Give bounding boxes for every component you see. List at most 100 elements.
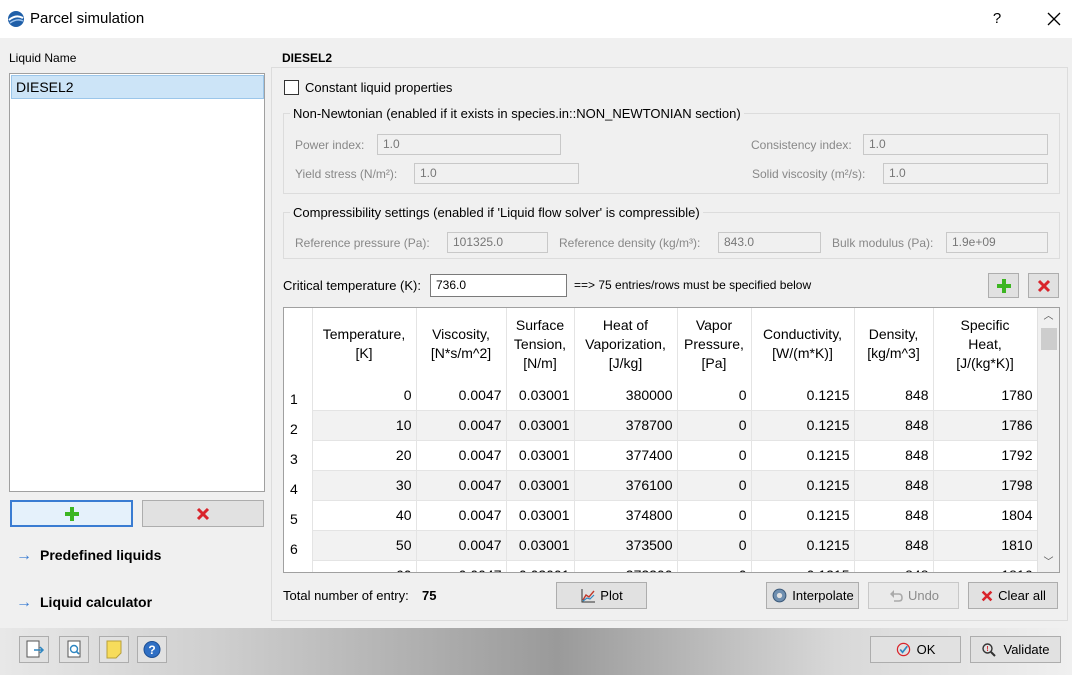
table-cell[interactable]: 0: [677, 560, 752, 572]
scroll-down-icon[interactable]: ﹀: [1038, 554, 1059, 572]
table-cell[interactable]: 848: [854, 470, 934, 501]
column-header[interactable]: Density, [kg/m^3]: [854, 308, 934, 380]
properties-table[interactable]: Temperature, [K] Viscosity, [N*s/m^2] Su…: [283, 307, 1060, 573]
help-info-button[interactable]: ?: [137, 636, 167, 663]
table-cell[interactable]: 0.1215: [751, 470, 855, 501]
clear-all-button[interactable]: Clear all: [968, 582, 1058, 609]
table-cell[interactable]: 0.0047: [416, 410, 507, 441]
undo-button[interactable]: Undo: [868, 582, 959, 609]
scroll-thumb[interactable]: [1041, 328, 1057, 350]
table-cell[interactable]: 1804: [933, 500, 1038, 531]
table-row[interactable]: 1 0 0.0047 0.03001 380000 0 0.1215 848 1780: [284, 380, 1038, 411]
table-cell[interactable]: 1816: [933, 560, 1038, 572]
liquid-calculator-link[interactable]: → Liquid calculator: [16, 594, 152, 612]
solid-viscosity-input[interactable]: 1.0: [883, 163, 1048, 184]
table-cell[interactable]: 0.1215: [751, 380, 855, 411]
table-row[interactable]: 6 50 0.0047 0.03001 373500 0 0.1215 848 1810: [284, 530, 1038, 561]
column-header[interactable]: Vapor Pressure, [Pa]: [677, 308, 752, 380]
row-number[interactable]: 3: [284, 440, 313, 470]
preview-button[interactable]: [59, 636, 89, 663]
table-cell[interactable]: 374800: [574, 500, 678, 531]
table-cell[interactable]: 0: [677, 410, 752, 441]
column-header[interactable]: Viscosity, [N*s/m^2]: [416, 308, 507, 380]
table-cell[interactable]: 0.1215: [751, 410, 855, 441]
table-cell[interactable]: 0.1215: [751, 530, 855, 561]
table-cell[interactable]: 50: [312, 530, 417, 561]
table-cell[interactable]: 0.0047: [416, 560, 507, 572]
table-cell[interactable]: 0.03001: [506, 380, 575, 411]
row-number[interactable]: 1: [284, 380, 313, 410]
table-cell[interactable]: 0.03001: [506, 530, 575, 561]
table-cell[interactable]: 848: [854, 410, 934, 441]
table-cell[interactable]: 1786: [933, 410, 1038, 441]
row-number[interactable]: 6: [284, 530, 313, 560]
table-cell[interactable]: 848: [854, 530, 934, 561]
liquid-list[interactable]: DIESEL2: [9, 73, 265, 492]
predefined-liquids-link[interactable]: → Predefined liquids: [16, 547, 161, 565]
table-cell[interactable]: 0.0047: [416, 440, 507, 471]
table-cell[interactable]: 0.0047: [416, 530, 507, 561]
table-cell[interactable]: 0: [312, 380, 417, 411]
table-cell[interactable]: 0.1215: [751, 500, 855, 531]
table-cell[interactable]: 0.03001: [506, 470, 575, 501]
ref-density-input[interactable]: 843.0: [718, 232, 821, 253]
column-header[interactable]: Conductivity, [W/(m*K)]: [751, 308, 855, 380]
table-cell[interactable]: 0.1215: [751, 440, 855, 471]
interpolate-button[interactable]: Interpolate: [766, 582, 859, 609]
table-cell[interactable]: 1780: [933, 380, 1038, 411]
table-scrollbar[interactable]: ︿ ﹀: [1037, 308, 1059, 572]
table-cell[interactable]: 0.03001: [506, 560, 575, 572]
row-number[interactable]: 4: [284, 470, 313, 500]
table-cell[interactable]: 377400: [574, 440, 678, 471]
table-cell[interactable]: 40: [312, 500, 417, 531]
table-row[interactable]: 3 20 0.0047 0.03001 377400 0 0.1215 848 1792: [284, 440, 1038, 471]
delete-liquid-button[interactable]: [142, 500, 264, 527]
table-cell[interactable]: 0: [677, 530, 752, 561]
delete-row-button[interactable]: [1028, 273, 1059, 298]
table-cell[interactable]: 1792: [933, 440, 1038, 471]
table-cell[interactable]: 0.03001: [506, 440, 575, 471]
scroll-up-icon[interactable]: ︿: [1038, 308, 1059, 326]
liquid-item-diesel2[interactable]: DIESEL2: [11, 75, 264, 99]
table-cell[interactable]: 0.03001: [506, 410, 575, 441]
table-cell[interactable]: 60: [312, 560, 417, 572]
power-index-input[interactable]: 1.0: [377, 134, 561, 155]
table-cell[interactable]: 30: [312, 470, 417, 501]
column-header[interactable]: Surface Tension, [N/m]: [506, 308, 575, 380]
ref-pressure-input[interactable]: 101325.0: [447, 232, 548, 253]
table-cell[interactable]: 1798: [933, 470, 1038, 501]
table-cell[interactable]: 1810: [933, 530, 1038, 561]
add-row-button[interactable]: [988, 273, 1019, 298]
table-row[interactable]: 5 40 0.0047 0.03001 374800 0 0.1215 848 1804: [284, 500, 1038, 531]
table-cell[interactable]: 20: [312, 440, 417, 471]
table-cell[interactable]: 0: [677, 500, 752, 531]
row-number[interactable]: 5: [284, 500, 313, 530]
column-header[interactable]: Heat of Vaporization, [J/kg]: [574, 308, 678, 380]
row-number[interactable]: 2: [284, 410, 313, 440]
constant-props-checkbox[interactable]: [284, 80, 299, 95]
table-cell[interactable]: 848: [854, 500, 934, 531]
table-cell[interactable]: 0.0047: [416, 380, 507, 411]
row-number[interactable]: 7: [284, 560, 313, 572]
table-cell[interactable]: 10: [312, 410, 417, 441]
table-cell[interactable]: 373500: [574, 530, 678, 561]
table-cell[interactable]: 848: [854, 380, 934, 411]
validate-button[interactable]: ! Validate: [970, 636, 1061, 663]
table-cell[interactable]: 380000: [574, 380, 678, 411]
add-liquid-button[interactable]: [10, 500, 133, 527]
table-row[interactable]: 4 30 0.0047 0.03001 376100 0 0.1215 848 1798: [284, 470, 1038, 501]
table-row[interactable]: 7600.00470.0300137220000.12158481816: [284, 560, 1038, 572]
table-cell[interactable]: 378700: [574, 410, 678, 441]
table-cell[interactable]: 848: [854, 440, 934, 471]
help-button[interactable]: ?: [986, 8, 1008, 30]
consistency-index-input[interactable]: 1.0: [863, 134, 1048, 155]
table-cell[interactable]: 0: [677, 380, 752, 411]
column-header[interactable]: Specific Heat, [J/(kg*K)]: [933, 308, 1038, 380]
bulk-modulus-input[interactable]: 1.9e+09: [946, 232, 1048, 253]
table-cell[interactable]: 0: [677, 470, 752, 501]
critical-temp-input[interactable]: 736.0: [430, 274, 567, 297]
table-cell[interactable]: 372200: [574, 560, 678, 572]
export-button[interactable]: [19, 636, 49, 663]
table-cell[interactable]: 376100: [574, 470, 678, 501]
ok-button[interactable]: OK: [870, 636, 961, 663]
